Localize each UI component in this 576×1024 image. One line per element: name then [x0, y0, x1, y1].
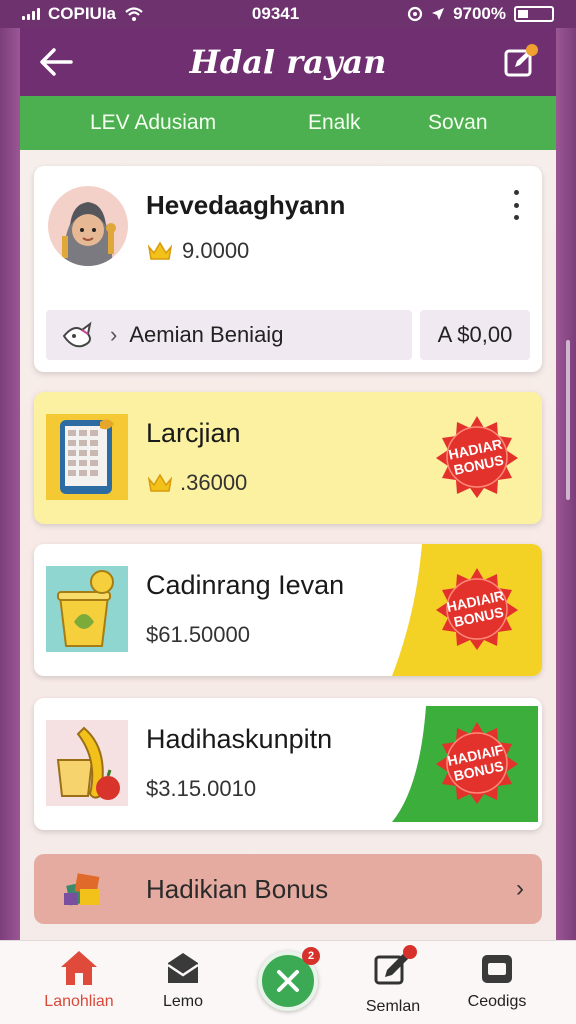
nav-edit[interactable]: Semlan [338, 945, 448, 1016]
offer-price: $3.15.0010 [146, 776, 256, 802]
avatar[interactable] [48, 186, 128, 266]
account-row-label: Aemian Beniaig [129, 322, 284, 347]
banana-thumbnail [46, 720, 128, 806]
close-icon [277, 970, 299, 992]
tablet-thumbnail [46, 414, 128, 500]
center-action-button[interactable]: 2 [258, 947, 320, 1011]
edit-button[interactable] [500, 42, 540, 82]
right-rail [556, 0, 576, 1024]
offer-price-value: $3.15.0010 [146, 776, 257, 801]
more-options-button[interactable] [506, 190, 526, 220]
bonus-row[interactable]: Hadikian Bonus › [34, 854, 542, 924]
battery-icon [514, 6, 554, 22]
offer-card[interactable]: Cadinrang Ievan $61.50000 HADIAIR BONUS [34, 544, 542, 676]
notification-dot [525, 44, 538, 56]
back-button[interactable] [36, 42, 76, 82]
crown-coin-icon [147, 241, 173, 260]
tab-save[interactable]: Sovan [428, 111, 488, 135]
offer-price-value: $61.50000 [146, 622, 250, 647]
app-header: Hdal rayan [20, 28, 556, 96]
profile-name: Hevedaaghyann [146, 190, 346, 220]
account-row[interactable]: › Aemian Beniaig [46, 310, 412, 360]
bonus-box-icon [64, 873, 100, 906]
chevron-right-icon: › [110, 322, 118, 347]
tab-email[interactable]: Enalk [308, 111, 361, 135]
offer-title: Larcjian [146, 418, 241, 448]
wifi-icon [125, 7, 143, 21]
bonus-label: Hadikian Bonus [146, 873, 329, 904]
bonus-badge: HADIAR BONUS [434, 414, 520, 500]
status-time: 09341 [251, 4, 300, 23]
offer-title: Hadihaskunpitn [146, 724, 333, 754]
location-arrow-icon [432, 8, 445, 20]
notification-badge: 2 [302, 947, 320, 965]
offer-card[interactable]: Larcjian .36000 HADIAR BONUS [34, 392, 542, 524]
crown-coin-icon [147, 473, 173, 492]
back-arrow-icon [40, 48, 73, 76]
page-title: Hdal rayan [189, 43, 387, 81]
profile-coins: 9.0000 [146, 238, 249, 264]
left-rail [0, 0, 20, 1024]
signal-icon [22, 8, 40, 20]
gift-icon [62, 321, 92, 348]
nav-settings[interactable]: Ceodigs [442, 949, 552, 1011]
bonus-badge: HADIAIR BONUS [434, 566, 520, 652]
chevron-right-icon: › [516, 875, 524, 902]
sync-icon [407, 6, 423, 22]
scrollbar[interactable] [566, 340, 570, 500]
notification-dot [403, 945, 417, 959]
nav-home[interactable]: Lanohlian [24, 949, 134, 1011]
mail-icon [167, 953, 199, 983]
nav-mail[interactable]: Lemo [128, 949, 238, 1011]
carrier-label: COPIUIa [48, 4, 117, 23]
tab-bar: LEV Adusiam Enalk Sovan [20, 96, 556, 150]
profile-card: Hevedaaghyann 9.0000 › Aemian Beniaig A … [34, 166, 542, 372]
battery-percent: 9700% [453, 4, 506, 23]
offer-card[interactable]: Hadihaskunpitn $3.15.0010 HADIAIF BONUS [34, 698, 542, 830]
box-icon [482, 955, 512, 983]
balance-amount: A $0,00 [420, 310, 530, 360]
offer-price-value: .36000 [180, 470, 248, 495]
tab-level[interactable]: LEV Adusiam [90, 111, 216, 135]
bottom-nav: Lanohlian Lemo 2 Semlan Ceodigs [0, 940, 576, 1024]
home-icon [61, 951, 97, 985]
status-bar: COPIUIa 09341 9700% [0, 0, 576, 28]
offer-price: .36000 [146, 470, 247, 496]
bonus-badge: HADIAIF BONUS [434, 720, 520, 806]
offer-title: Cadinrang Ievan [146, 570, 345, 600]
offer-price: $61.50000 [146, 622, 250, 648]
coin-value: 9.0000 [182, 238, 250, 263]
cup-thumbnail [46, 566, 128, 652]
